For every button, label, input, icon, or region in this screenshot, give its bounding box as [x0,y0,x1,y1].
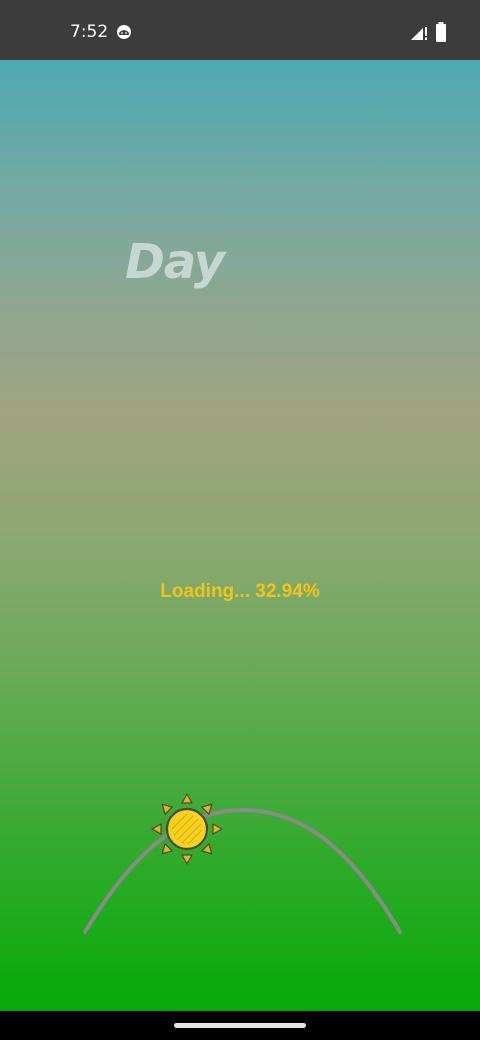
home-gesture-handle[interactable] [174,1023,306,1028]
day-loading-scene: Day Loading... 32.94% [0,60,480,1011]
sun-path-arc [83,807,402,934]
signal-icon [411,27,427,40]
screen: 7:52 Day Loading... 32.94% [0,0,480,1040]
sun-path-scene [83,793,402,934]
status-time: 7:52 [70,22,109,42]
navigation-bar [0,1011,480,1040]
sun-icon [151,793,223,865]
android-robot-icon [117,25,131,39]
status-bar: 7:52 [0,0,480,60]
battery-icon [436,22,446,42]
